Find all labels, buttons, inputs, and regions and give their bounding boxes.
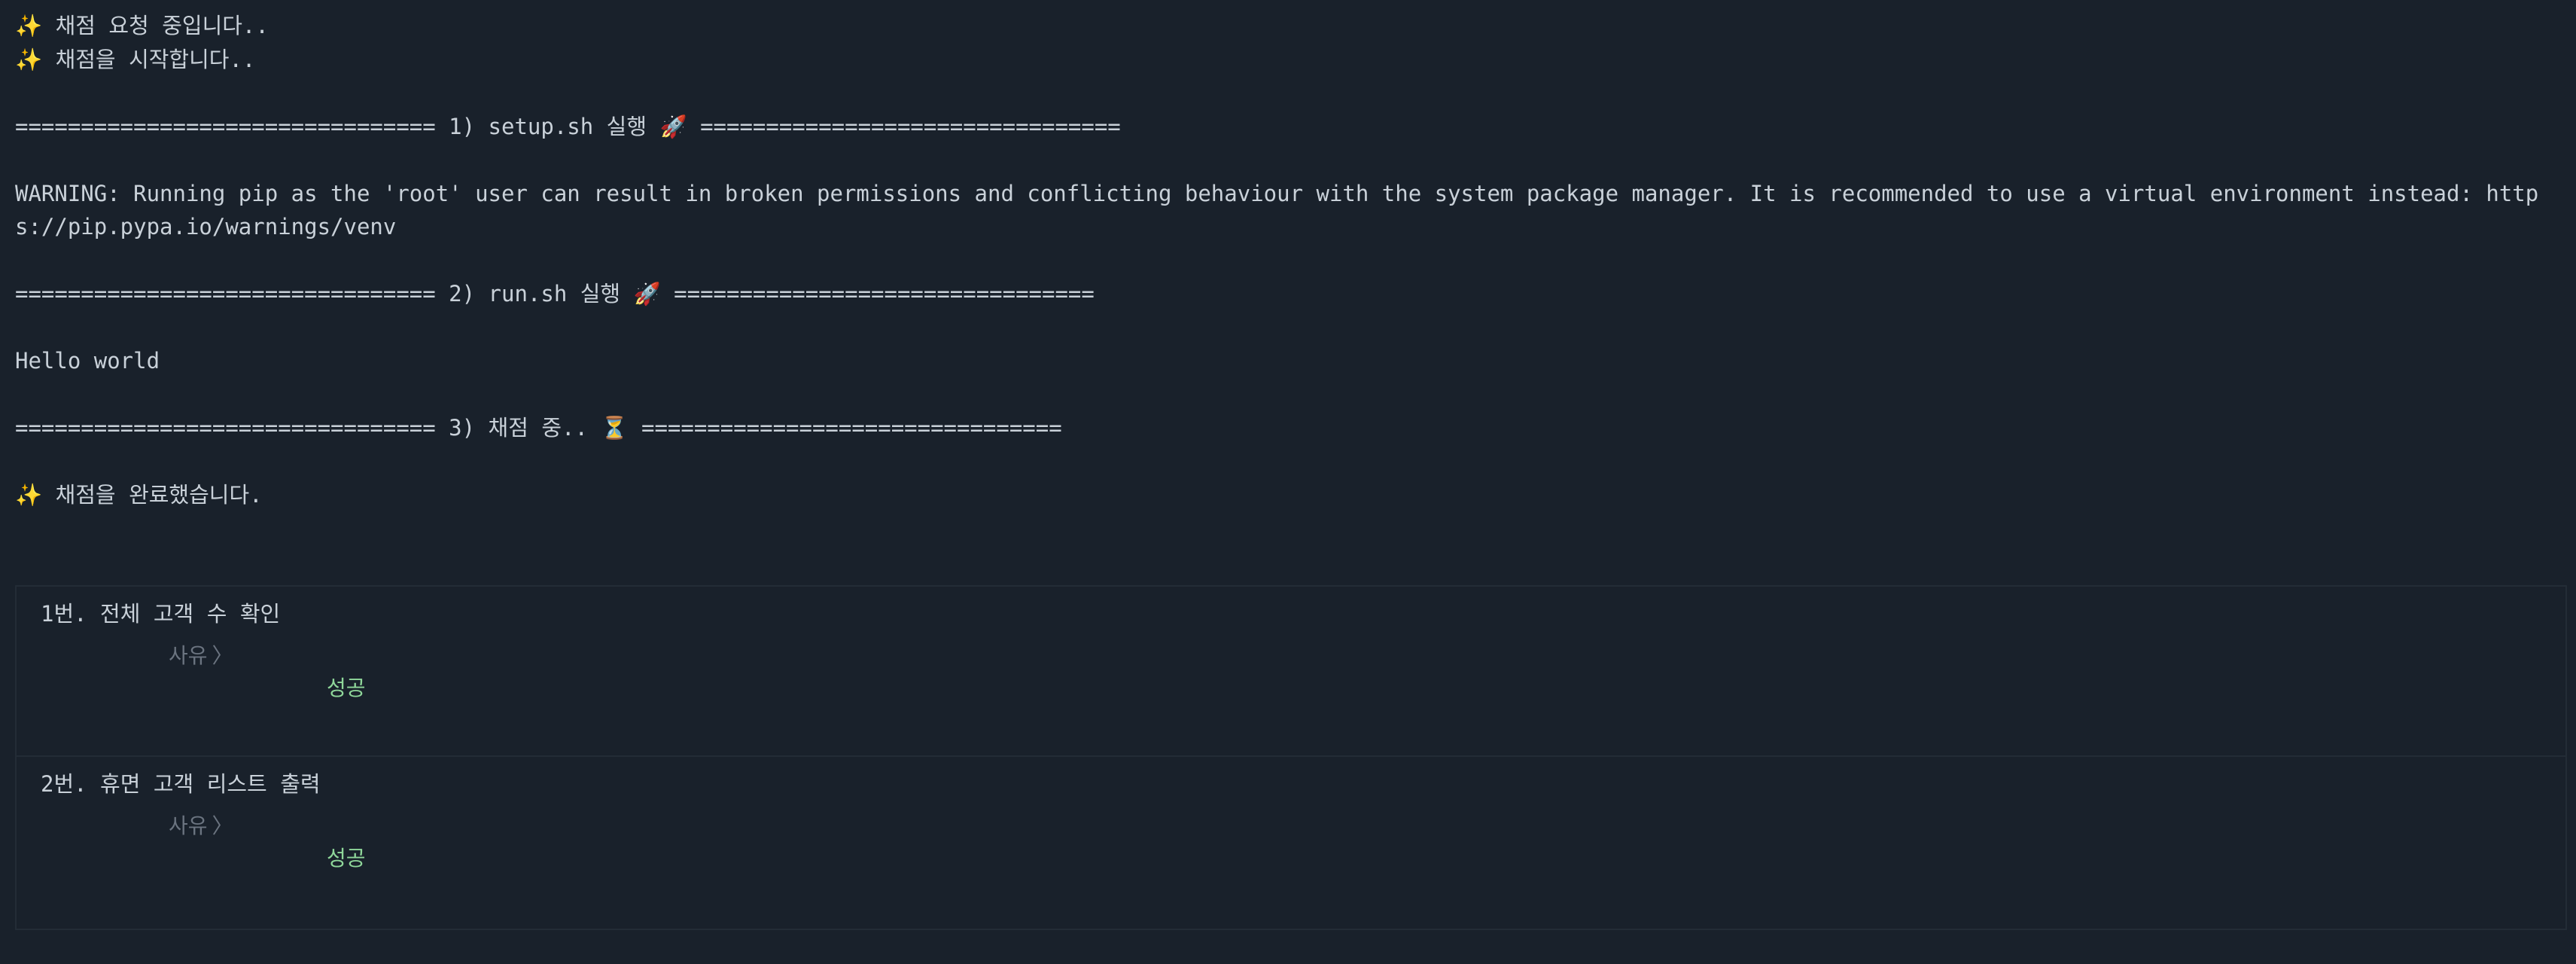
- reason-label: 사유: [169, 643, 208, 668]
- console-line: ✨ 채점을 완료했습니다.: [15, 482, 263, 508]
- result-item: 2번. 휴면 고객 리스트 출력 사유 〉 성공: [15, 757, 2567, 930]
- console-line: Hello world: [15, 348, 160, 374]
- reason-toggle[interactable]: 사유 〉: [169, 810, 233, 844]
- result-list: 1번. 전체 고객 수 확인 사유 〉 성공 2번. 휴면 고객 리스트 출력 사…: [15, 585, 2567, 930]
- console-line: ✨ 채점 요청 중입니다..: [15, 13, 269, 38]
- result-title: 2번. 휴면 고객 리스트 출력: [41, 771, 321, 797]
- chevron-right-icon: 〉: [212, 643, 233, 668]
- status-success: 성공: [327, 846, 366, 871]
- console-line: ✨ 채점을 시작합니다..: [15, 46, 256, 72]
- result-title: 1번. 전체 고객 수 확인: [41, 601, 281, 627]
- chevron-right-icon: 〉: [212, 813, 233, 838]
- status-success: 성공: [327, 676, 366, 700]
- console-warning: WARNING: Running pip as the 'root' user …: [15, 180, 2539, 240]
- console-section-header: ================================ 1) setu…: [15, 113, 1121, 139]
- reason-toggle[interactable]: 사유 〉: [169, 639, 233, 673]
- console-output: ✨ 채점 요청 중입니다.. ✨ 채점을 시작합니다.. ===========…: [15, 9, 2567, 512]
- console-section-header: ================================ 2) run.…: [15, 281, 1095, 307]
- console-section-header: ================================ 3) 채점 중…: [15, 415, 1062, 441]
- result-item: 1번. 전체 고객 수 확인 사유 〉 성공: [15, 585, 2567, 757]
- reason-label: 사유: [169, 813, 208, 838]
